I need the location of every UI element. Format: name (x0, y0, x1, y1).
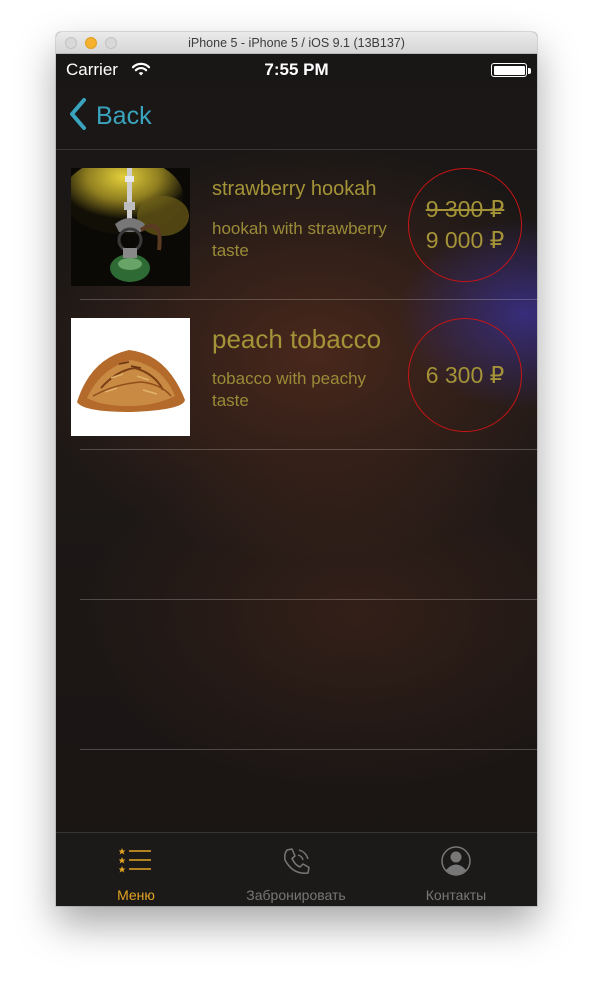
tab-booking[interactable]: Забронировать (216, 833, 376, 906)
item-name: strawberry hookah (212, 178, 377, 200)
current-price: 9 000 ₽ (425, 227, 505, 253)
phone-icon (279, 845, 313, 884)
item-description: tobacco with peachy taste (212, 369, 367, 410)
window-titlebar: iPhone 5 - iPhone 5 / iOS 9.1 (13B137) (56, 32, 537, 54)
status-bar: Carrier 7:55 PM (56, 54, 537, 84)
tab-bar: Меню Забронировать Контакты (56, 832, 537, 906)
chevron-left-icon (68, 97, 88, 136)
item-description: hookah with strawberry taste (212, 219, 387, 260)
price-badge: 6 300 ₽ (408, 318, 522, 432)
current-price: 6 300 ₽ (425, 361, 505, 388)
window-title: iPhone 5 - iPhone 5 / iOS 9.1 (13B137) (188, 36, 405, 50)
item-name: peach tobacco (212, 324, 382, 354)
device-screen: Carrier 7:55 PM Back strawberry hookah h… (56, 54, 537, 906)
clock: 7:55 PM (264, 60, 329, 79)
menu-list-icon (118, 845, 153, 880)
tab-contacts[interactable]: Контакты (376, 833, 536, 906)
contact-icon (440, 845, 472, 882)
old-price: 9 300 ₽ (425, 196, 505, 222)
empty-row (56, 600, 537, 750)
navigation-bar: Back (56, 84, 537, 150)
battery-icon (491, 63, 527, 77)
price-badge: 9 300 ₽ 9 000 ₽ (408, 168, 522, 282)
back-button[interactable]: Back (68, 97, 152, 136)
battery-tip (528, 68, 531, 74)
list-item[interactable]: strawberry hookah hookah with strawberry… (56, 150, 537, 300)
tab-label: Контакты (425, 887, 487, 903)
tobacco-image (71, 318, 190, 436)
hookah-image (71, 168, 190, 286)
empty-row (56, 450, 537, 600)
tab-menu[interactable]: Меню (56, 833, 216, 906)
tab-label: Забронировать (246, 887, 346, 903)
list-item[interactable]: peach tobacco tobacco with peachy taste … (56, 300, 537, 450)
tab-label: Меню (117, 887, 155, 903)
back-label: Back (96, 101, 152, 130)
simulator-window: iPhone 5 - iPhone 5 / iOS 9.1 (13B137) C… (56, 32, 537, 906)
product-list: strawberry hookah hookah with strawberry… (56, 150, 537, 900)
